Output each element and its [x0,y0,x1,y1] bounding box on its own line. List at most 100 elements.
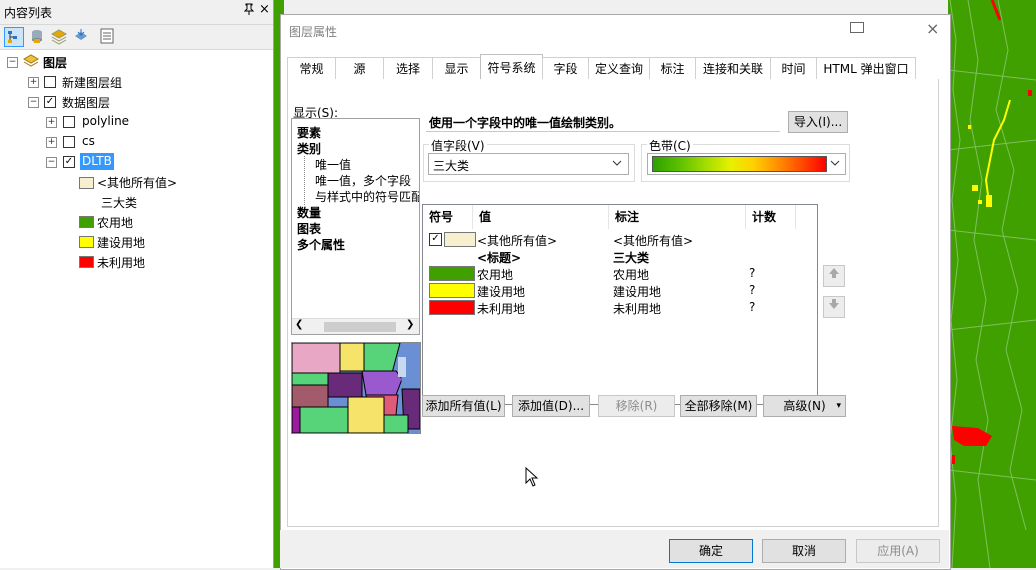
row-value[interactable]: 农用地 [477,266,513,283]
value-table[interactable]: 符号 值 标注 计数 ✓ <其他所有值> <其他所有值> <标题> 三大类 农用… [422,204,818,405]
options-icon[interactable] [98,27,118,47]
col-header-value[interactable]: 值 [473,205,609,229]
row-value-heading[interactable]: <标题> [477,249,521,266]
tree-hscrollbar[interactable]: ❮ ❯ [292,318,419,334]
tree-quantities[interactable]: 数量 [297,204,321,221]
tree-categories[interactable]: 类别 [297,140,321,157]
list-by-drawing-order-icon[interactable] [4,27,24,47]
layer-checkbox-cs[interactable] [63,136,75,148]
tab-html-popup[interactable]: HTML 弹出窗口 [816,57,916,80]
add-value-button[interactable]: 添加值(D)... [512,395,590,417]
advanced-button[interactable]: 高级(N) ▾ [763,395,846,417]
tab-selection[interactable]: 选择 [383,57,433,80]
tree-features[interactable]: 要素 [297,124,321,141]
row-value[interactable]: 未利用地 [477,300,525,317]
legend-label-agri: 农用地 [97,216,134,230]
map-view[interactable] [948,0,1036,568]
col-header-count[interactable]: 计数 [746,205,796,229]
cancel-button[interactable]: 取消 [762,539,846,563]
move-down-button[interactable] [823,296,845,318]
tab-labels[interactable]: 标注 [649,57,696,80]
row-value[interactable]: <其他所有值> [477,232,557,249]
expand-toggle-group[interactable]: + [28,77,39,88]
move-up-button[interactable] [823,265,845,287]
row-count: ? [749,266,756,280]
chevron-down-icon [612,156,622,173]
tree-unique-values[interactable]: 唯一值 [304,156,351,173]
legend-swatch-other[interactable] [79,177,94,189]
list-by-selection-icon[interactable] [72,27,92,47]
row-symbol-swatch[interactable] [429,300,475,315]
color-ramp-label: 色带(C) [647,137,693,154]
color-ramp-select[interactable] [647,153,846,175]
expand-toggle-data[interactable]: − [28,97,39,108]
preview-map-image [291,342,421,434]
dialog-close-icon[interactable]: × [926,19,939,38]
legend-swatch-unused[interactable] [79,256,94,268]
col-header-symbol[interactable]: 符号 [423,205,473,229]
color-ramp-swatch [652,156,827,172]
tree-match-style[interactable]: 与样式中的符号匹配 [304,188,419,205]
scroll-right-icon[interactable]: ❯ [406,319,414,330]
list-by-source-icon[interactable] [28,27,48,47]
expand-toggle-cs[interactable]: + [46,137,57,148]
toc-title: 内容列表 [4,6,53,20]
renderer-description: 使用一个字段中的唯一值绘制类别。 [429,116,622,130]
layer-label-group[interactable]: 新建图层组 [62,74,122,91]
pin-icon[interactable] [243,3,255,18]
legend-swatch-agri[interactable] [79,216,94,228]
row-value[interactable]: 建设用地 [477,283,525,300]
ok-button[interactable]: 确定 [669,539,753,563]
tab-joins-relates[interactable]: 连接和关联 [695,57,771,80]
col-header-label[interactable]: 标注 [609,205,746,229]
legend-swatch-build[interactable] [79,236,94,248]
tab-general[interactable]: 常规 [287,57,336,80]
layer-label-cs[interactable]: cs [82,134,95,148]
tree-charts[interactable]: 图表 [297,220,321,237]
layer-label-polyline[interactable]: polyline [82,114,129,128]
dialog-footer: 确定 取消 应用(A) [280,530,949,568]
row-symbol-swatch[interactable] [429,266,475,281]
row-label[interactable]: 未利用地 [613,300,661,317]
tree-multiple-attributes[interactable]: 多个属性 [297,236,345,253]
tab-symbology[interactable]: 符号系统 [480,54,543,81]
layer-checkbox-polyline[interactable] [63,116,75,128]
row-symbol-swatch[interactable] [429,283,475,298]
tab-definition-query[interactable]: 定义查询 [588,57,650,80]
add-all-values-button[interactable]: 添加所有值(L) [422,395,505,417]
advanced-label: 高级(N) [783,399,826,413]
layer-checkbox-dltb[interactable]: ✓ [63,156,75,168]
row-label[interactable]: <其他所有值> [613,232,693,249]
arrow-up-icon [829,268,839,278]
expand-toggle-root[interactable]: − [7,57,18,68]
row-label[interactable]: 农用地 [613,266,649,283]
restore-icon[interactable] [850,22,864,33]
expand-toggle-polyline[interactable]: + [46,117,57,128]
layer-label-dltb[interactable]: DLTB [80,153,114,170]
value-field-select[interactable]: 三大类 [428,153,629,175]
row-count: ? [749,283,756,297]
row-label[interactable]: 建设用地 [613,283,661,300]
tab-time[interactable]: 时间 [770,57,817,80]
tab-source[interactable]: 源 [335,57,384,80]
row-label-heading[interactable]: 三大类 [613,249,649,266]
row-checkbox[interactable]: ✓ [429,233,442,246]
layer-checkbox-data[interactable]: ✓ [44,96,56,108]
toc-close-icon[interactable]: × [259,2,270,17]
remove-button[interactable]: 移除(R) [598,395,675,417]
layer-label-data[interactable]: 数据图层 [62,94,110,111]
toc-root-label[interactable]: 图层 [43,54,67,71]
expand-toggle-dltb[interactable]: − [46,157,57,168]
apply-button[interactable]: 应用(A) [856,539,940,563]
layer-checkbox-group[interactable] [44,76,56,88]
row-symbol-swatch[interactable] [444,232,476,247]
remove-all-button[interactable]: 全部移除(M) [680,395,757,417]
mouse-cursor-icon [525,466,539,490]
scroll-thumb[interactable] [324,322,396,332]
tab-display[interactable]: 显示 [432,57,481,80]
scroll-left-icon[interactable]: ❮ [295,319,303,330]
list-by-visibility-icon[interactable] [50,27,70,47]
import-button[interactable]: 导入(I)... [788,111,848,133]
tree-unique-values-multi[interactable]: 唯一值，多个字段 [304,172,411,189]
tab-fields[interactable]: 字段 [542,57,589,80]
